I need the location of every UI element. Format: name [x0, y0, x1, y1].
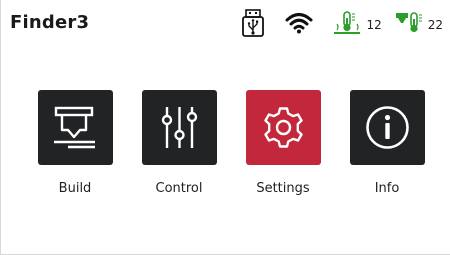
info-tile[interactable]: [349, 90, 425, 165]
control-tile[interactable]: [141, 90, 217, 165]
printer-screen: Finder3 12 22 Build Control Settings Inf…: [0, 0, 450, 255]
menu-label-control: Control: [155, 181, 203, 196]
menu-item-settings[interactable]: Settings: [233, 90, 333, 196]
gear-icon: [263, 107, 303, 148]
usb-drive-icon: [242, 9, 265, 37]
bed-thermometer-icon: [334, 11, 361, 34]
info-icon: [365, 106, 409, 149]
sliders-icon: [161, 107, 197, 148]
bed-temperature: 12: [332, 11, 382, 35]
menu-label-build: Build: [58, 181, 92, 196]
menu-item-info[interactable]: Info: [337, 90, 437, 196]
menu-item-build[interactable]: Build: [25, 90, 125, 196]
nozzle-thermometer-icon: [395, 12, 422, 33]
wifi-icon: [285, 13, 313, 34]
main-menu: Build Control Settings Info: [1, 90, 450, 210]
nozzle-temperature-value: 22: [427, 18, 443, 32]
nozzle-temperature: 22: [394, 11, 443, 35]
menu-label-settings: Settings: [256, 181, 310, 196]
menu-label-info: Info: [374, 181, 400, 196]
build-nozzle-icon: [53, 106, 95, 149]
status-icons: 12 22: [241, 9, 443, 37]
settings-tile[interactable]: [245, 90, 321, 165]
build-tile[interactable]: [37, 90, 113, 165]
menu-item-control[interactable]: Control: [129, 90, 229, 196]
bed-temperature-value: 12: [366, 18, 382, 32]
status-bar: Finder3 12 22: [1, 0, 450, 46]
device-name: Finder3: [10, 12, 90, 33]
